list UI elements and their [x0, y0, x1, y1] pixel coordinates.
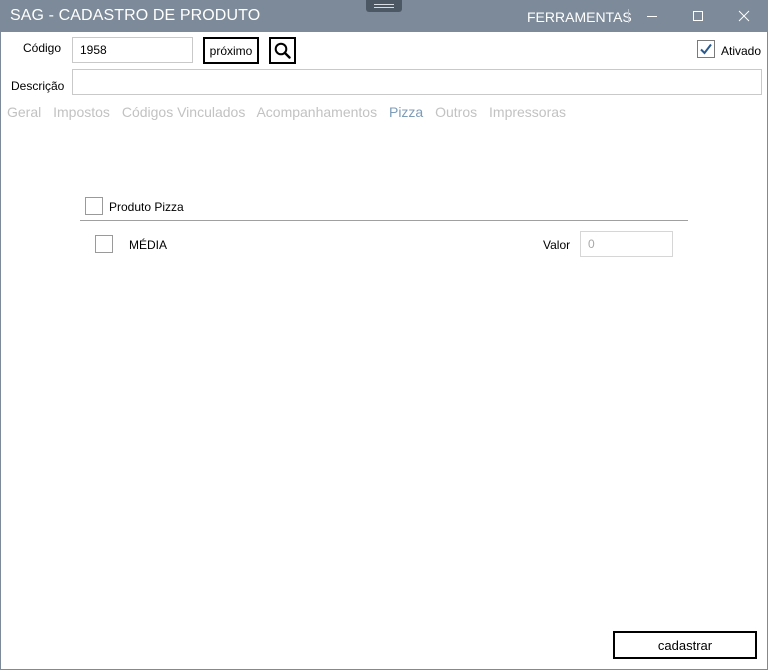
search-icon	[274, 42, 291, 59]
title-bar: SAG - CADASTRO DE PRODUTO FERRAMENTAS	[0, 0, 768, 32]
tab-outros[interactable]: Outros	[435, 104, 477, 120]
checkmark-icon	[700, 43, 712, 55]
cadastrar-button[interactable]: cadastrar	[613, 631, 757, 659]
minimize-button[interactable]	[629, 0, 675, 32]
close-button[interactable]	[721, 0, 767, 32]
valor-input[interactable]: 0	[580, 231, 673, 257]
proximo-button[interactable]: próximo	[203, 37, 259, 64]
produto-pizza-label: Produto Pizza	[109, 200, 184, 214]
codigo-value: 1958	[80, 43, 107, 57]
codigo-label: Código	[23, 41, 62, 55]
search-button[interactable]	[269, 37, 296, 64]
size-media-label: MÉDIA	[129, 238, 168, 252]
maximize-button[interactable]	[675, 0, 721, 32]
size-media-checkbox[interactable]	[95, 235, 113, 253]
section-divider	[80, 220, 688, 221]
ativado-checkbox[interactable]	[697, 40, 715, 58]
window-border-left	[0, 32, 1, 670]
drag-grip-icon[interactable]	[366, 0, 402, 12]
codigo-input[interactable]: 1958	[72, 37, 193, 63]
produto-pizza-checkbox[interactable]	[85, 197, 103, 215]
minimize-icon	[647, 16, 657, 17]
valor-placeholder: 0	[588, 237, 595, 251]
tab-impostos[interactable]: Impostos	[53, 104, 110, 120]
cadastrar-label: cadastrar	[657, 637, 713, 653]
tab-acompanhamentos[interactable]: Acompanhamentos	[256, 104, 377, 120]
close-icon	[738, 10, 750, 22]
window-title: SAG - CADASTRO DE PRODUTO	[10, 7, 261, 24]
tab-geral[interactable]: Geral	[7, 104, 41, 120]
ferramentas-menu[interactable]: FERRAMENTAS	[527, 9, 632, 25]
descricao-input[interactable]	[72, 69, 762, 95]
ativado-label: Ativado	[721, 44, 762, 58]
tab-codigos-vinculados[interactable]: Códigos Vinculados	[122, 104, 246, 120]
maximize-icon	[693, 11, 703, 21]
descricao-label: Descrição	[11, 79, 65, 93]
proximo-label: próximo	[209, 43, 253, 58]
tab-bar: Geral Impostos Códigos Vinculados Acompa…	[7, 104, 574, 120]
valor-label: Valor	[543, 238, 571, 252]
tab-pizza[interactable]: Pizza	[389, 104, 423, 120]
tab-impressoras[interactable]: Impressoras	[489, 104, 566, 120]
